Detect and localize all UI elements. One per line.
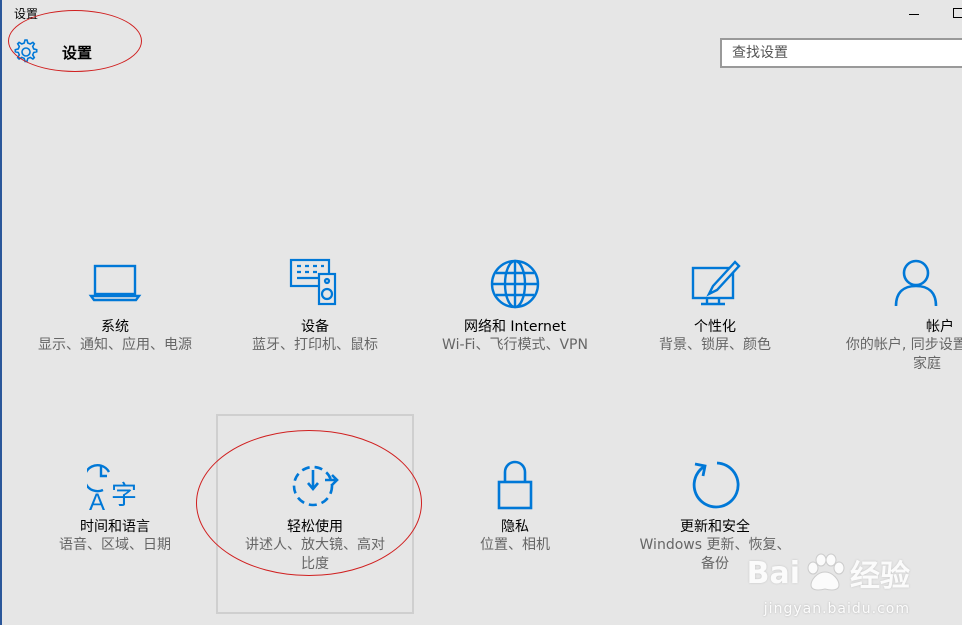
tile-name: 隐私 xyxy=(501,519,529,535)
tile-desc: 语音、区域、日期 xyxy=(59,537,171,553)
svg-text:A: A xyxy=(89,489,105,512)
tile-privacy[interactable]: 隐私 位置、相机 xyxy=(416,418,614,614)
tile-name: 系统 xyxy=(101,319,129,335)
settings-window: 设置 设置 系统 显示、通知、应用、电源 xyxy=(0,0,962,625)
tile-desc: 显示、通知、应用、电源 xyxy=(38,337,192,353)
devices-icon xyxy=(289,258,337,306)
gear-icon xyxy=(14,39,38,63)
tile-network[interactable]: 网络和 Internet Wi-Fi、飞行模式、VPN xyxy=(416,218,614,414)
globe-icon xyxy=(490,259,540,309)
maximize-button[interactable] xyxy=(948,4,962,22)
page-title: 设置 xyxy=(62,43,93,62)
watermark-logo: Bai 经验 xyxy=(747,551,910,595)
page-header: 设置 xyxy=(12,38,92,66)
tile-desc: Wi-Fi、飞行模式、VPN xyxy=(442,337,588,353)
personalization-icon xyxy=(691,260,741,306)
tile-name: 设备 xyxy=(301,319,329,335)
minimize-button[interactable] xyxy=(904,4,924,22)
tile-desc: 蓝牙、打印机、鼠标 xyxy=(252,337,378,353)
tile-name: 帐户 xyxy=(926,319,954,335)
monitor-icon xyxy=(88,264,142,302)
tile-name: 时间和语言 xyxy=(80,519,150,535)
tile-devices[interactable]: 设备 蓝牙、打印机、鼠标 xyxy=(216,218,414,414)
time-language-icon: A 字 xyxy=(87,463,137,512)
refresh-icon xyxy=(692,461,740,509)
lock-icon xyxy=(497,460,533,510)
search-input[interactable] xyxy=(720,38,962,68)
svg-text:字: 字 xyxy=(111,481,137,511)
tile-desc: 讲述人、放大镜、高对比度 xyxy=(245,537,385,572)
ease-of-access-icon xyxy=(292,465,339,507)
tile-desc: 背景、锁屏、颜色 xyxy=(659,337,771,353)
paw-icon xyxy=(807,553,845,591)
title-bar[interactable]: 设置 xyxy=(2,0,962,28)
watermark-brand-right: 经验 xyxy=(850,559,910,594)
tile-name: 个性化 xyxy=(694,319,736,335)
tile-desc: 位置、相机 xyxy=(480,537,550,553)
tile-name: 网络和 Internet xyxy=(463,319,567,335)
tile-name: 轻松使用 xyxy=(287,519,343,535)
tile-ease-of-access[interactable]: 轻松使用 讲述人、放大镜、高对比度 xyxy=(216,414,414,614)
person-icon xyxy=(894,259,938,307)
maximize-icon xyxy=(953,8,962,18)
tile-personalization[interactable]: 个性化 背景、锁屏、颜色 xyxy=(616,218,814,414)
minimize-icon xyxy=(909,13,919,15)
window-title: 设置 xyxy=(14,7,39,21)
tile-system[interactable]: 系统 显示、通知、应用、电源 xyxy=(16,218,214,414)
tile-time-language[interactable]: A 字 时间和语言 语音、区域、日期 xyxy=(16,418,214,614)
tile-accounts[interactable]: 帐户 你的帐户, 同步设置, 工作, 家庭 xyxy=(816,218,962,414)
tile-desc: 你的帐户, 同步设置, 工作, 家庭 xyxy=(845,337,962,372)
watermark-url: jingyan.baidu.com xyxy=(763,601,910,617)
watermark-brand-left: Bai xyxy=(746,555,800,591)
tile-name: 更新和安全 xyxy=(680,519,750,535)
